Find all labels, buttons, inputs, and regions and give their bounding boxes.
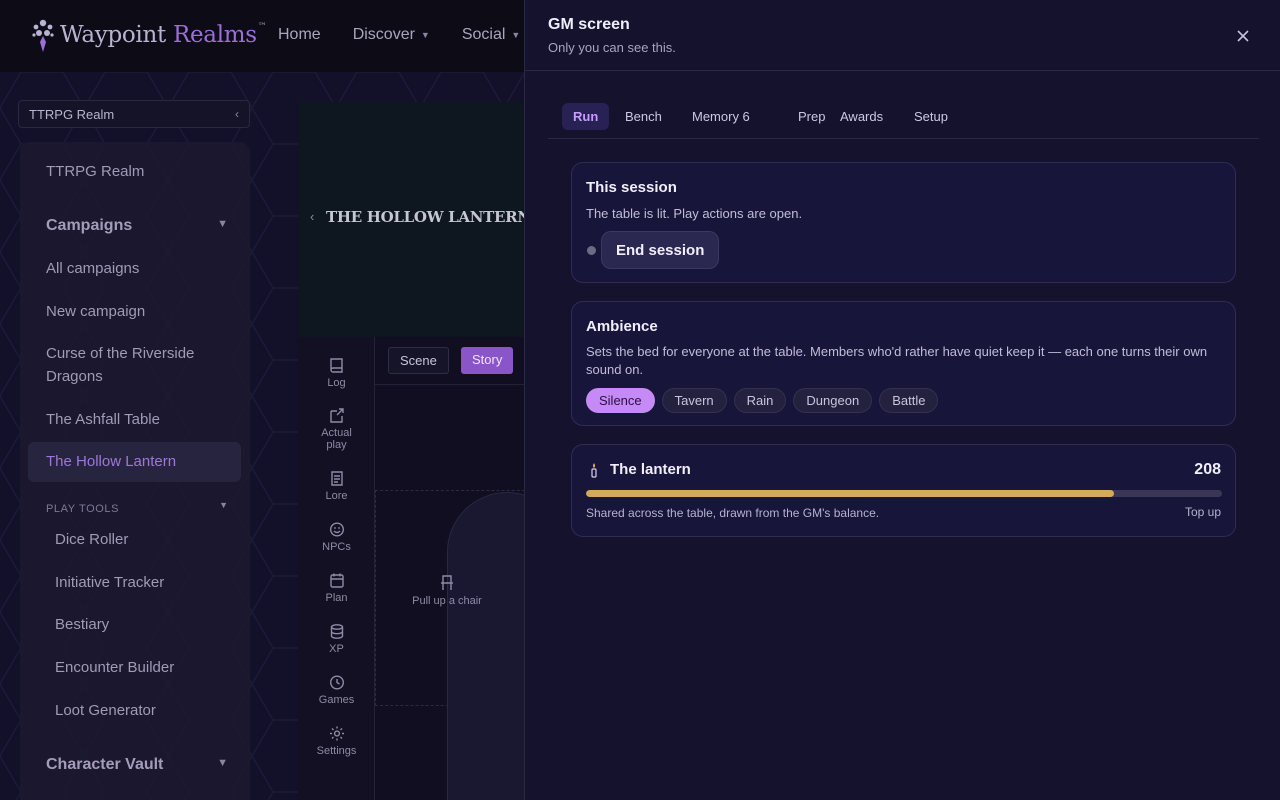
lantern-note: Shared across the table, drawn from the …	[586, 506, 880, 520]
gear-icon	[329, 726, 344, 741]
chevron-down-icon[interactable]: ▼	[217, 757, 228, 769]
lantern-progress-fill	[586, 490, 1114, 497]
sidebar-campaigns-heading[interactable]: Campaigns	[46, 214, 236, 237]
ambience-description: Sets the bed for everyone at the table. …	[586, 344, 1208, 377]
session-title: This session	[586, 179, 677, 196]
nav-discover[interactable]: Discover ▼	[353, 26, 430, 44]
clock-icon	[329, 675, 344, 690]
campaign-hero: ‹ THE HOLLOW LANTERN	[298, 102, 538, 337]
gm-screen-drawer: GM screen Only you can see this. Run Ben…	[524, 0, 1280, 800]
ambience-card: Ambience Sets the bed for everyone at th…	[571, 301, 1236, 426]
share-icon	[329, 408, 344, 423]
nav-home[interactable]: Home	[278, 26, 321, 44]
session-card: This session The table is lit. Play acti…	[571, 162, 1236, 283]
chair-icon	[441, 575, 453, 590]
ambience-chip-silence[interactable]: Silence	[586, 388, 655, 413]
sidebar-item-dice-roller[interactable]: Dice Roller	[55, 528, 245, 551]
chevron-down-icon[interactable]: ▼	[217, 218, 228, 230]
database-icon	[330, 624, 343, 639]
ambience-chip-dungeon[interactable]: Dungeon	[793, 388, 873, 413]
ambience-title: Ambience	[586, 318, 658, 335]
sidebar-item-loot-generator[interactable]: Loot Generator	[55, 699, 245, 722]
sidebar-item-hollow-lantern[interactable]: The Hollow Lantern	[46, 450, 236, 473]
close-button[interactable]	[1231, 24, 1255, 48]
lantern-title: The lantern	[610, 461, 691, 478]
smile-icon	[329, 522, 344, 537]
rail-item-plan[interactable]: Plan	[298, 572, 375, 604]
ambience-options: Silence Tavern Rain Dungeon Battle	[586, 388, 945, 413]
lantern-card: The lantern 208 Shared across the table,…	[571, 444, 1236, 537]
sidebar-character-vault-heading[interactable]: Character Vault	[46, 753, 236, 776]
tab-awards[interactable]: Awards	[829, 103, 894, 130]
session-status-dot	[587, 246, 596, 255]
chevron-down-icon: ▼	[420, 30, 430, 40]
story-area: Scene Story Pull up a chair	[375, 337, 567, 800]
story-toggle[interactable]: Story	[461, 347, 514, 374]
top-nav: Home Discover ▼ Social ▼	[278, 26, 552, 44]
tab-setup[interactable]: Setup	[903, 103, 959, 130]
candle-icon	[591, 463, 597, 478]
sidebar-item-initiative-tracker[interactable]: Initiative Tracker	[55, 571, 245, 594]
gm-tabs: Run Bench Memory 6 Prep Awards Setup	[548, 102, 1259, 139]
tool-rail: Log Actual play Lore NPCs Plan XP Games	[298, 337, 375, 800]
chevron-left-icon[interactable]: ‹	[235, 107, 239, 121]
lantern-balance: 208	[1194, 461, 1221, 478]
session-description: The table is lit. Play actions are open.	[586, 206, 803, 221]
realm-select-label: TTRPG Realm	[29, 106, 115, 122]
drawer-subtitle: Only you can see this.	[548, 40, 676, 55]
sidebar-root[interactable]: TTRPG Realm	[46, 160, 236, 183]
sidebar-item-ashfall-table[interactable]: The Ashfall Table	[46, 408, 236, 431]
sidebar-item-new-campaign[interactable]: New campaign	[46, 300, 236, 323]
logo-icon	[32, 19, 54, 52]
ambience-chip-tavern[interactable]: Tavern	[661, 388, 727, 413]
rail-item-xp[interactable]: XP	[298, 623, 375, 655]
pull-up-chair[interactable]: Pull up a chair	[375, 575, 519, 607]
brand-logo[interactable]: Waypoint Realms™	[30, 16, 267, 54]
rail-item-settings[interactable]: Settings	[298, 725, 375, 757]
end-session-button[interactable]: End session	[601, 231, 720, 269]
chevron-left-icon[interactable]: ‹	[310, 209, 314, 224]
top-up-button[interactable]: Top up	[1185, 505, 1221, 519]
chevron-down-icon[interactable]: ▼	[219, 500, 228, 510]
sidebar-item-bestiary[interactable]: Bestiary	[55, 613, 245, 636]
rail-item-log[interactable]: Log	[298, 357, 375, 389]
tab-bench[interactable]: Bench	[614, 103, 673, 130]
chevron-down-icon: ▼	[511, 30, 521, 40]
drawer-title: GM screen	[548, 16, 630, 33]
rail-item-npcs[interactable]: NPCs	[298, 521, 375, 553]
tab-run[interactable]: Run	[562, 103, 610, 130]
ambience-chip-battle[interactable]: Battle	[879, 388, 939, 413]
realm-select[interactable]: TTRPG Realm ‹	[18, 100, 250, 128]
rail-item-actual-play[interactable]: Actual play	[298, 407, 375, 451]
nav-social[interactable]: Social ▼	[462, 26, 521, 44]
sidebar-item-riverside-dragons[interactable]: Curse of the Riverside Dragons	[46, 342, 221, 388]
sidebar-item-encounter-builder[interactable]: Encounter Builder	[55, 656, 245, 679]
campaign-title: THE HOLLOW LANTERN	[326, 208, 531, 226]
brand-name: Waypoint Realms™	[60, 22, 267, 48]
scene-toggle[interactable]: Scene	[388, 347, 449, 374]
calendar-icon	[329, 573, 344, 588]
sidebar-item-all-campaigns[interactable]: All campaigns	[46, 257, 236, 280]
close-icon	[1237, 30, 1249, 42]
lantern-progress-track	[586, 490, 1222, 497]
drawer-header: GM screen Only you can see this.	[525, 0, 1280, 71]
story-divider	[375, 384, 540, 385]
tab-memory[interactable]: Memory 6	[681, 103, 761, 130]
rail-item-games[interactable]: Games	[298, 674, 375, 706]
book-icon	[329, 358, 343, 373]
ambience-chip-rain[interactable]: Rain	[733, 388, 787, 413]
scroll-icon	[330, 471, 343, 486]
rail-item-lore[interactable]: Lore	[298, 470, 375, 502]
sidebar: TTRPG Realm Campaigns ▼ All campaigns Ne…	[20, 142, 250, 800]
sidebar-play-tools-heading[interactable]: PLAY TOOLS	[46, 498, 236, 521]
